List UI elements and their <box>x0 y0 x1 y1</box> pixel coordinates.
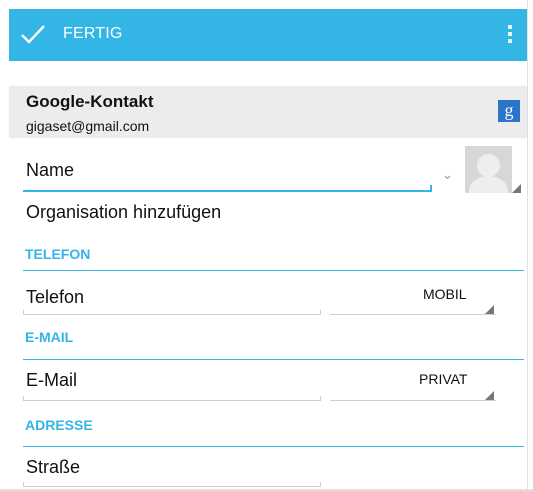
name-field-underline <box>23 185 432 192</box>
email-type-dropdown[interactable]: PRIVAT <box>419 371 468 387</box>
contact-photo[interactable] <box>465 146 512 193</box>
email-type-corner-icon <box>485 391 494 400</box>
phone-section-title: TELEFON <box>25 246 91 262</box>
check-icon <box>21 25 45 44</box>
name-field[interactable]: Name <box>26 160 74 181</box>
google-icon: g <box>498 100 520 122</box>
email-section-title: E-MAIL <box>25 329 74 345</box>
done-button[interactable]: FERTIG <box>9 9 139 61</box>
address-section-divider <box>23 446 524 447</box>
person-icon <box>477 154 500 177</box>
account-email: gigaset@gmail.com <box>26 118 150 134</box>
overflow-menu-icon[interactable] <box>503 23 517 49</box>
left-frame <box>0 0 9 491</box>
action-bar: FERTIG <box>9 9 527 61</box>
phone-field-underline <box>23 310 321 315</box>
done-label: FERTIG <box>63 25 123 42</box>
photo-corner-icon <box>512 184 521 193</box>
phone-section-divider <box>23 270 524 271</box>
phone-field[interactable]: Telefon <box>26 287 84 308</box>
right-frame <box>527 0 533 491</box>
street-field-underline <box>23 482 321 487</box>
email-type-underline <box>330 400 496 401</box>
add-organisation-button[interactable]: Organisation hinzufügen <box>26 202 221 223</box>
email-field-underline <box>23 396 321 401</box>
phone-type-corner-icon <box>485 305 494 314</box>
phone-type-dropdown[interactable]: MOBIL <box>423 286 467 302</box>
email-section-divider <box>23 359 524 360</box>
address-section-title: ADRESSE <box>25 417 93 433</box>
account-type: Google-Kontakt <box>26 92 154 111</box>
account-header: Google-Kontakt gigaset@gmail.com g <box>9 86 527 138</box>
email-field[interactable]: E-Mail <box>26 370 77 391</box>
street-field[interactable]: Straße <box>26 457 80 478</box>
chevron-down-icon[interactable]: ⌄ <box>442 167 453 183</box>
phone-type-underline <box>330 314 496 315</box>
